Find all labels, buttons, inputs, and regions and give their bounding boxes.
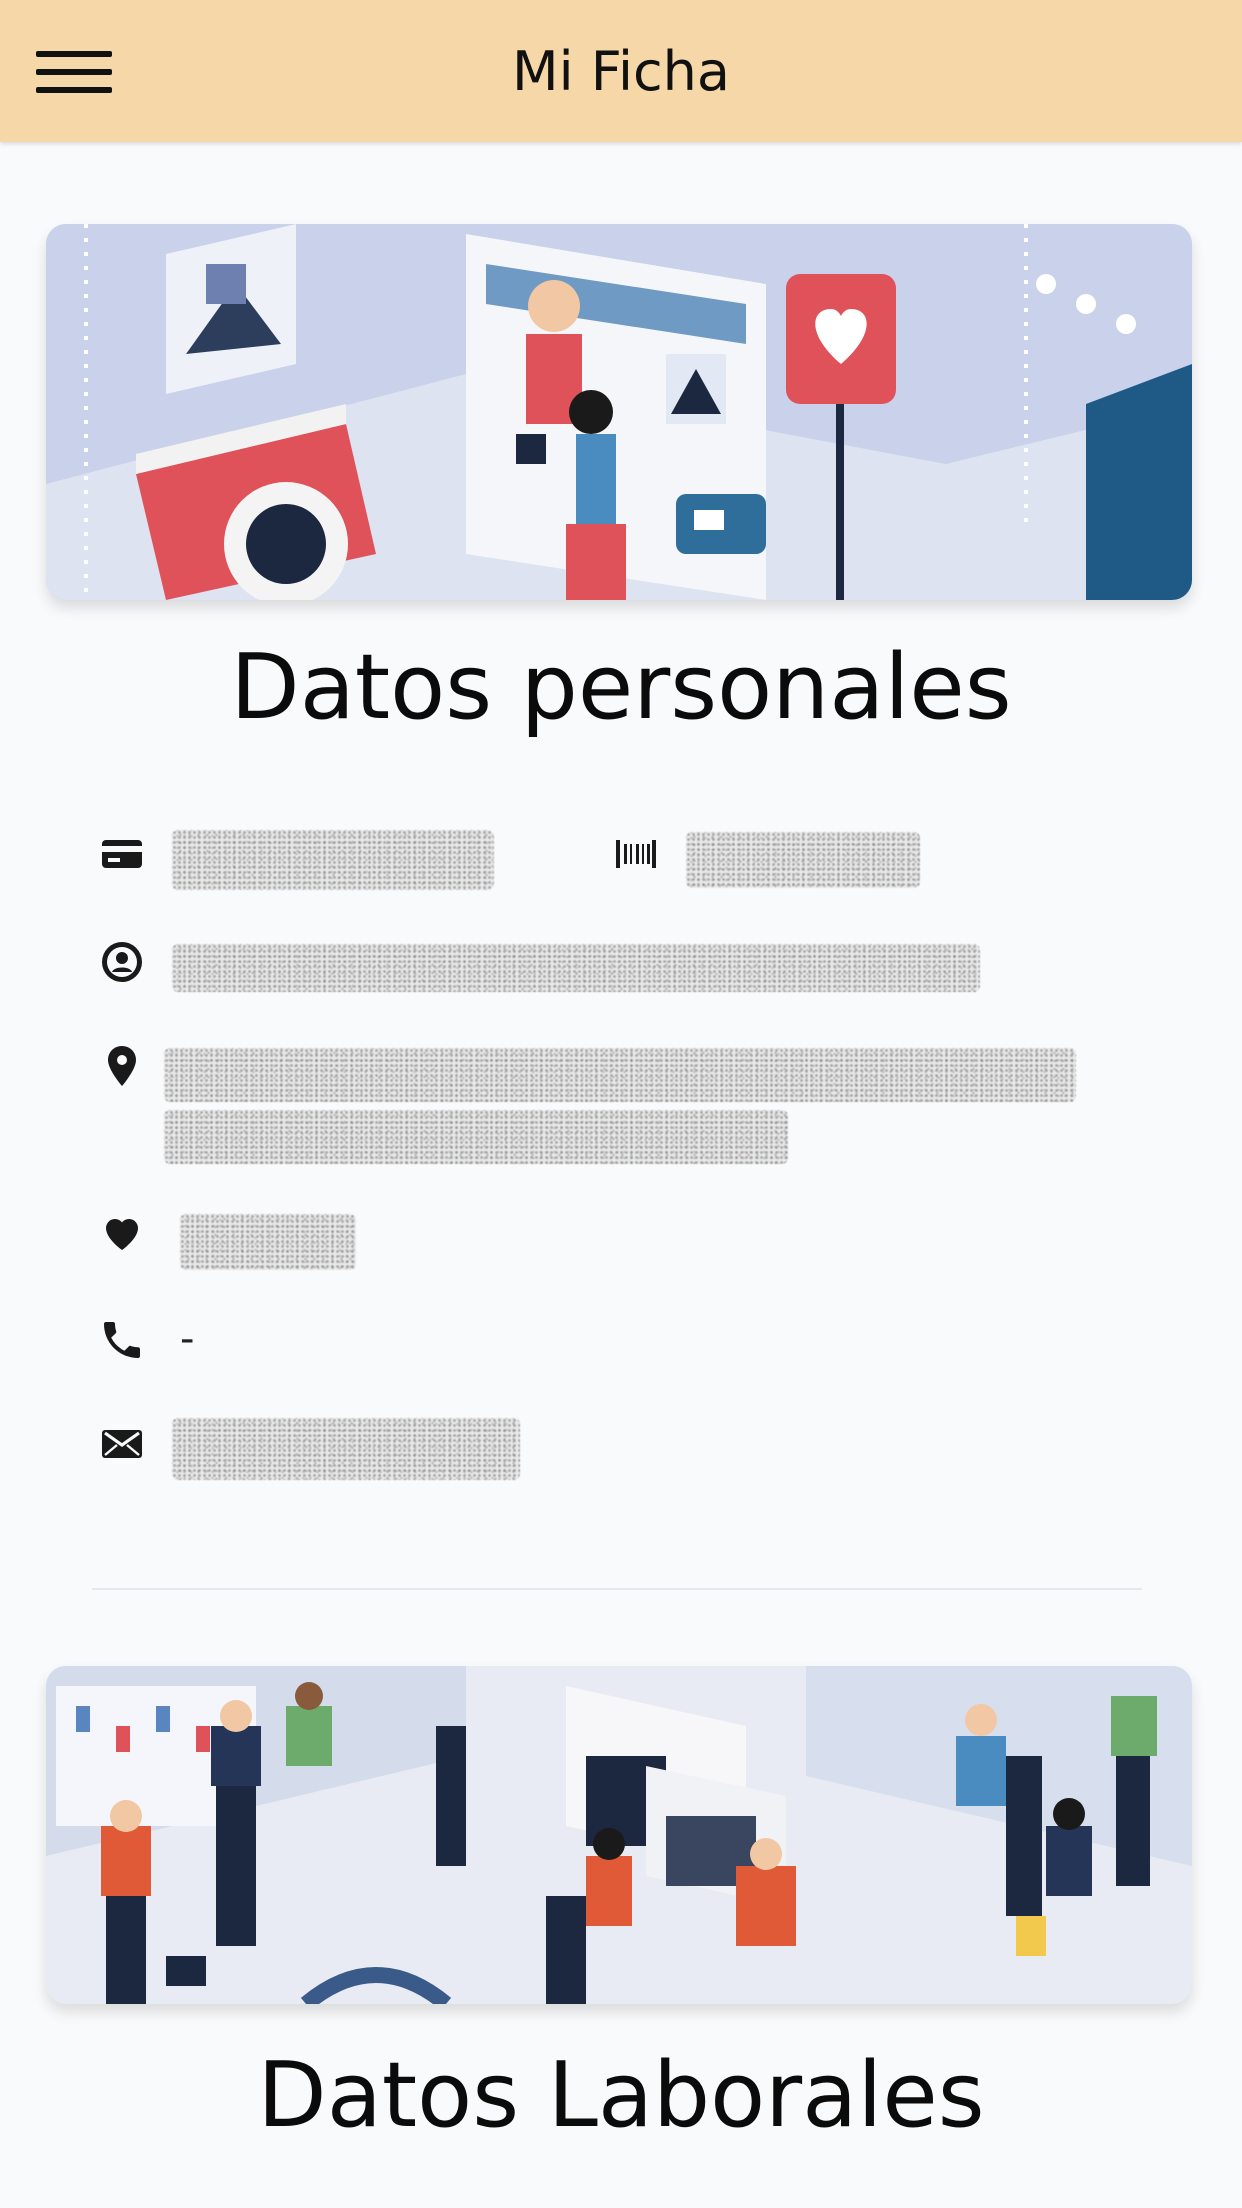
personal-data-heading: Datos personales xyxy=(230,635,1012,740)
person-icon xyxy=(98,938,146,986)
mail-icon xyxy=(98,1420,146,1468)
phone-icon xyxy=(98,1316,146,1364)
app-bar: Mi Ficha xyxy=(0,0,1242,142)
redacted-marital-status xyxy=(180,1214,356,1270)
phone-value: - xyxy=(180,1316,195,1362)
redacted-address-line-2 xyxy=(164,1110,788,1164)
redacted-id-number xyxy=(172,830,494,890)
personal-data-banner-image xyxy=(46,224,1192,600)
work-data-heading: Datos Laborales xyxy=(257,2043,985,2148)
redacted-email xyxy=(172,1418,520,1480)
redacted-code xyxy=(686,832,920,888)
heart-icon xyxy=(98,1208,146,1256)
location-pin-icon xyxy=(98,1042,146,1090)
work-data-banner-image xyxy=(46,1666,1192,2004)
page-title: Mi Ficha xyxy=(512,40,730,103)
redacted-full-name xyxy=(172,944,980,992)
id-card-icon xyxy=(98,830,146,878)
barcode-icon xyxy=(612,830,660,878)
section-divider xyxy=(92,1588,1142,1590)
redacted-address-line-1 xyxy=(164,1048,1076,1102)
